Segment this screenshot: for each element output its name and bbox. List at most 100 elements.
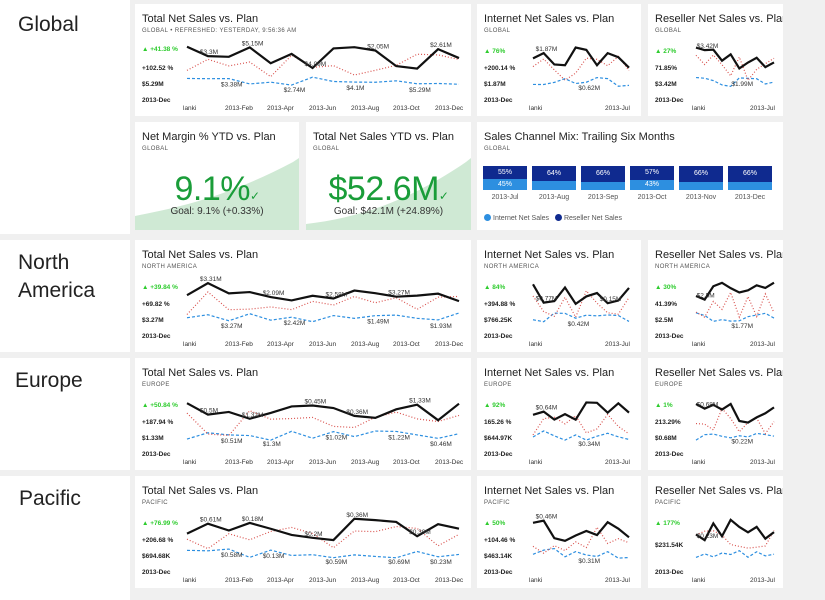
delta-kpi: ▲ +39.84 % — [142, 284, 178, 291]
internet-sales-sparkline[interactable]: $0.46M $0.31M lanki 2013-Jul — [525, 512, 635, 584]
x-tick-label: 2013-Oct — [393, 459, 420, 466]
mix-bar[interactable]: 57% 43% — [630, 166, 674, 190]
mix-bar[interactable]: 64% — [532, 166, 576, 190]
reseller-segment: 57% — [630, 166, 674, 180]
pct-kpi: +69.82 % — [142, 301, 170, 308]
kpi-number: $52.6M — [328, 170, 440, 208]
internet-sales-sparkline[interactable]: $1.87M $0.62M lanki 2013-Jul — [525, 40, 635, 112]
internet-segment — [679, 182, 723, 190]
reseller-sales-sparkline[interactable]: $3.42M $1.99M lanki 2013-Jul — [688, 40, 780, 112]
value-kpi: $3.42M — [655, 81, 677, 88]
x-tick-label: 2013-Jul — [750, 105, 775, 112]
reseller-sales-sparkline[interactable]: $0.23M lanki 2013-Jul — [688, 512, 780, 584]
x-tick-label: lanki — [183, 341, 196, 348]
global-total-sales-tile[interactable]: Total Net Sales vs. Plan GLOBAL • REFRES… — [135, 4, 471, 116]
period-kpi: 2013-Dec — [142, 569, 171, 576]
data-label: $4.1M — [346, 85, 364, 92]
mix-bar[interactable]: 55% 45% — [483, 166, 527, 190]
pct-kpi: +187.94 % — [142, 419, 174, 426]
internet-sales-sparkline[interactable]: $0.77M $0.42M $0.15M lanki 2013-Jul — [525, 276, 635, 348]
total-sales-sparkline[interactable]: $0.5M $0.51M $1.32M $1.3M $0.45M $1.02M $0.36M… — [179, 394, 465, 466]
x-tick-label: 2013-Oct — [393, 105, 420, 112]
eu-internet-sales-tile[interactable]: Internet Net Sales vs. Plan EUROPE ▲ 92%… — [477, 358, 641, 470]
pct-kpi: +206.68 % — [142, 537, 174, 544]
value-kpi: $766.25K — [484, 317, 513, 324]
x-tick-label: 2013-Apr — [267, 105, 295, 112]
data-label: $5.29M — [409, 87, 431, 94]
data-label: $0.51M — [221, 438, 243, 445]
eu-total-sales-tile[interactable]: Total Net Sales vs. Plan EUROPE ▲ +50.84… — [135, 358, 471, 470]
mix-bar[interactable]: 66% — [679, 166, 723, 190]
x-tick-label: 2013-Oct — [393, 341, 420, 348]
delta-kpi: ▲ 76% — [484, 48, 506, 55]
kpi-number: 9.1% — [174, 170, 250, 208]
mix-bar[interactable]: 66% — [728, 166, 772, 190]
data-label: $0.5M — [200, 408, 218, 415]
tile-title: Reseller Net Sales vs. Plan — [655, 13, 783, 25]
total-sales-sparkline[interactable]: $3.31M $3.27M $2.09M $2.42M $2.58M $1.49M $3.2… — [179, 276, 465, 348]
x-tick-label: 2013-Dec — [435, 341, 464, 348]
pac-reseller-sales-tile[interactable]: Reseller Net Sales vs. Plan PACIFIC ▲ 17… — [648, 476, 783, 588]
na-total-sales-tile[interactable]: Total Net Sales vs. Plan NORTH AMERICA ▲… — [135, 240, 471, 352]
pac-total-sales-tile[interactable]: Total Net Sales vs. Plan PACIFIC ▲ +76.9… — [135, 476, 471, 588]
tile-subtitle: EUROPE — [484, 382, 512, 388]
data-label: $1.77M — [731, 323, 753, 330]
tile-title: Total Net Sales vs. Plan — [142, 485, 259, 497]
total-sales-sparkline[interactable]: $0.61M $0.58M $0.18M $0.13M $0.2M $0.59M $0.36… — [179, 512, 465, 584]
net-margin-tile[interactable]: Net Margin % YTD vs. Plan GLOBAL 9.1%✓ G… — [135, 122, 299, 230]
ytd-sales-tile[interactable]: Total Net Sales YTD vs. Plan GLOBAL $52.… — [306, 122, 471, 230]
data-label: $0.45M — [305, 399, 327, 406]
kpi-goal: Goal: $42.1M (+24.89%) — [333, 206, 444, 217]
tile-subtitle: GLOBAL — [313, 146, 340, 152]
x-tick-label: 2013-Dec — [435, 459, 464, 466]
actual-series-line — [695, 46, 775, 70]
mix-month-label: 2013-Jul — [491, 194, 519, 201]
check-icon: ✓ — [249, 189, 260, 203]
global-internet-sales-tile[interactable]: Internet Net Sales vs. Plan GLOBAL ▲ 76%… — [477, 4, 641, 116]
internet-series-line — [695, 312, 775, 322]
reseller-sales-sparkline[interactable]: $2.5M $1.77M lanki 2013-Jul — [688, 276, 780, 348]
mix-month-label: 2013-Dec — [734, 194, 766, 201]
x-tick-label: 2013-Jul — [750, 577, 775, 584]
na-reseller-sales-tile[interactable]: Reseller Net Sales vs. Plan NORTH AMERIC… — [648, 240, 783, 352]
na-internet-sales-tile[interactable]: Internet Net Sales vs. Plan NORTH AMERIC… — [477, 240, 641, 352]
value-kpi: $463.14K — [484, 553, 513, 560]
data-label: $2.74M — [284, 87, 306, 94]
period-kpi: 2013-Dec — [655, 333, 684, 340]
data-label: $1.49M — [367, 319, 389, 326]
pac-internet-sales-tile[interactable]: Internet Net Sales vs. Plan PACIFIC ▲ 50… — [477, 476, 641, 588]
internet-sales-sparkline[interactable]: $0.64M $0.34M lanki 2013-Jul — [525, 394, 635, 466]
value-kpi: $3.27M — [142, 317, 164, 324]
data-label: $3.31M — [200, 276, 222, 283]
data-label: $0.61M — [200, 517, 222, 524]
reseller-segment: 64% — [532, 166, 576, 181]
region-title: Global — [18, 13, 79, 36]
internet-series-line — [532, 547, 630, 559]
sales-channel-mix-tile[interactable]: Sales Channel Mix: Trailing Six Months G… — [477, 122, 783, 230]
region-pacific: Pacific — [0, 476, 130, 600]
x-tick-label: 2013-Jul — [605, 341, 630, 348]
data-label: $1.32M — [242, 412, 264, 419]
pct-kpi: 213.29% — [655, 419, 681, 426]
x-tick-label: lanki — [692, 341, 705, 348]
data-label: $0.36M — [346, 512, 368, 519]
mix-bar[interactable]: 66% — [581, 166, 625, 190]
x-tick-label: 2013-Jun — [309, 577, 336, 584]
tile-subtitle: GLOBAL — [655, 28, 682, 34]
data-label: $0.15M — [600, 296, 622, 303]
data-label: $5.15M — [242, 40, 264, 47]
data-label: $0.23M — [697, 533, 719, 540]
delta-kpi: ▲ 177% — [655, 520, 680, 527]
value-kpi: $1.87M — [484, 81, 506, 88]
pct-kpi: +104.46 % — [484, 537, 516, 544]
global-reseller-sales-tile[interactable]: Reseller Net Sales vs. Plan GLOBAL ▲ 27%… — [648, 4, 783, 116]
region-europe: Europe — [0, 358, 130, 470]
data-label: $3.3M — [200, 49, 218, 56]
tile-subtitle: GLOBAL — [484, 28, 511, 34]
eu-reseller-sales-tile[interactable]: Reseller Net Sales vs. Plan EUROPE ▲ 1% … — [648, 358, 783, 470]
total-sales-sparkline[interactable]: $3.3M $3.38M $5.15M $2.74M $4.09M $4.1M $2.05M… — [179, 40, 465, 112]
x-tick-label: 2013-Apr — [267, 341, 295, 348]
x-tick-label: 2013-Dec — [435, 105, 464, 112]
reseller-sales-sparkline[interactable]: $0.68M $0.22M lanki 2013-Jul — [688, 394, 780, 466]
period-kpi: 2013-Dec — [655, 451, 684, 458]
